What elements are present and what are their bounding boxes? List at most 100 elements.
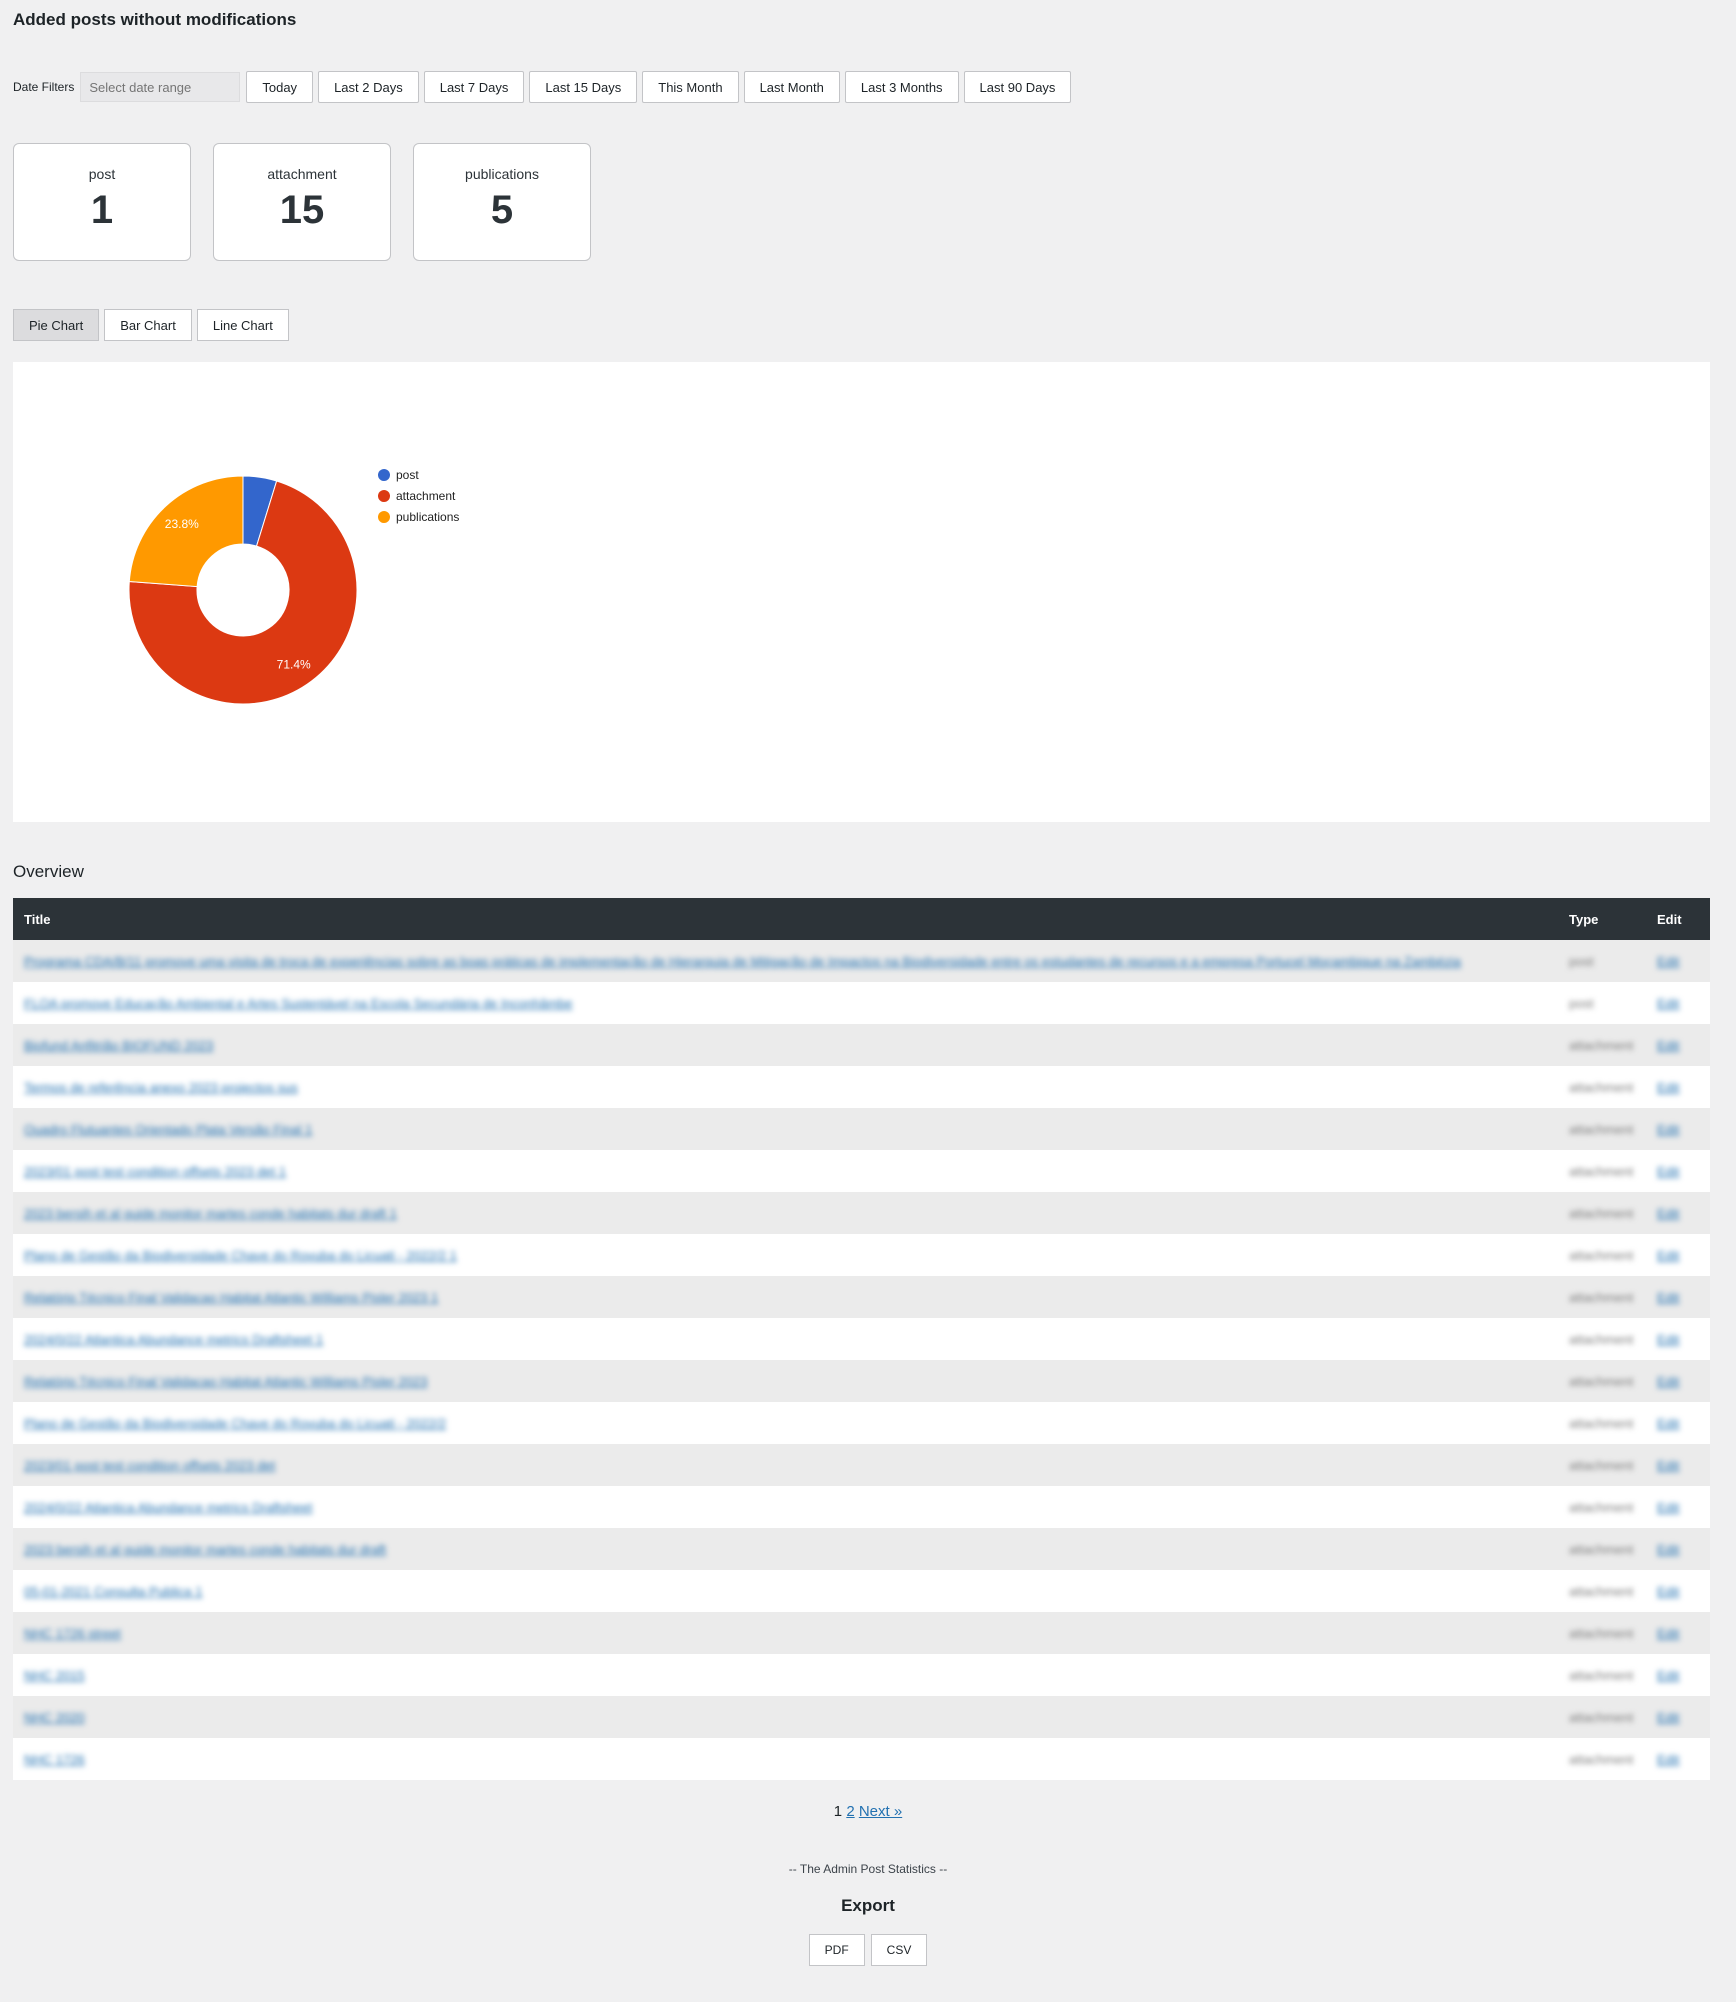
post-title-link[interactable]: Plano de Gestão da Biodiversidade Chave …: [24, 1416, 446, 1431]
post-title-link[interactable]: Quadro Flutuantes Orientado Plata Versão…: [24, 1122, 312, 1137]
table-row: FLOA promove Educação Ambiental e Artes …: [13, 982, 1710, 1024]
card-count: 1: [90, 188, 114, 232]
table-row: 2023 bersih et al guide monitor martes c…: [13, 1192, 1710, 1234]
tab-pie-chart[interactable]: Pie Chart: [13, 309, 100, 341]
post-type: attachment: [1569, 1037, 1634, 1053]
slice-label-attachment: 71.4%: [277, 657, 311, 671]
edit-link[interactable]: Edit: [1657, 954, 1679, 969]
post-title-link[interactable]: 2023 bersih et al guide monitor martes c…: [24, 1206, 397, 1221]
post-title-link[interactable]: NHC 2020: [24, 1710, 85, 1725]
filter-last-3-months-button[interactable]: Last 3 Months: [844, 71, 959, 103]
row-title-cell: 2024/0/22 Atlantica Abundance metrics Dr…: [13, 1486, 1558, 1528]
edit-link[interactable]: Edit: [1657, 1626, 1679, 1641]
tab-bar-chart[interactable]: Bar Chart: [104, 309, 192, 341]
post-type: attachment: [1569, 1625, 1634, 1641]
post-title-link[interactable]: NHC 1726 street: [24, 1626, 121, 1641]
filter-this-month-button[interactable]: This Month: [642, 71, 739, 103]
legend-label-publications[interactable]: publications: [396, 510, 459, 524]
post-type: attachment: [1569, 1415, 1634, 1431]
page-2-link[interactable]: 2: [846, 1803, 854, 1820]
post-title-link[interactable]: FLOA promove Educação Ambiental e Artes …: [24, 996, 573, 1011]
row-edit-cell: Edit: [1646, 1024, 1710, 1066]
page-title: Added posts without modifications: [13, 10, 297, 29]
edit-link[interactable]: Edit: [1657, 1080, 1679, 1095]
edit-link[interactable]: Edit: [1657, 1584, 1679, 1599]
table-row: Quadro Flutuantes Orientado Plata Versão…: [13, 1108, 1710, 1150]
edit-link[interactable]: Edit: [1657, 1374, 1679, 1389]
post-title-link[interactable]: 2023/01 post test condition offsets 2023…: [24, 1164, 286, 1179]
row-type-cell: post: [1558, 982, 1646, 1024]
post-title-link[interactable]: NHC 2015: [24, 1668, 85, 1683]
post-title-link[interactable]: Relatório Técnico Final Validacao Habita…: [24, 1374, 427, 1389]
date-filters: Date Filters Today Last 2 Days Last 7 Da…: [13, 71, 1076, 103]
post-title-link[interactable]: 2023 bersih et al guide monitor martes c…: [24, 1542, 386, 1557]
row-edit-cell: Edit: [1646, 1192, 1710, 1234]
post-title-link[interactable]: Termos de referência anexo 2023 projecto…: [24, 1080, 298, 1095]
table-row: 2023/01 post test condition offsets 2023…: [13, 1444, 1710, 1486]
row-edit-cell: Edit: [1646, 1696, 1710, 1738]
post-title-link[interactable]: Relatório Técnico Final Validacao Habita…: [24, 1290, 438, 1305]
row-type-cell: attachment: [1558, 1318, 1646, 1360]
filter-last-15-days-button[interactable]: Last 15 Days: [529, 71, 638, 103]
edit-link[interactable]: Edit: [1657, 996, 1679, 1011]
row-title-cell: Relatório Técnico Final Validacao Habita…: [13, 1276, 1558, 1318]
date-range-input[interactable]: [80, 72, 241, 102]
table-row: 05-01-2021 Consulta Publica 1 attachment E…: [13, 1570, 1710, 1612]
edit-link[interactable]: Edit: [1657, 1668, 1679, 1683]
export-csv-button[interactable]: CSV: [870, 1934, 928, 1966]
post-title-link[interactable]: NHC 1726: [24, 1752, 85, 1767]
post-title-link[interactable]: 05-01-2021 Consulta Publica 1: [24, 1584, 203, 1599]
edit-link[interactable]: Edit: [1657, 1500, 1679, 1515]
filter-today-button[interactable]: Today: [246, 71, 314, 103]
edit-link[interactable]: Edit: [1657, 1248, 1679, 1263]
row-title-cell: NHC 2020: [13, 1696, 1558, 1738]
edit-link[interactable]: Edit: [1657, 1458, 1679, 1473]
post-title-link[interactable]: Programa CDA/B/11 promove uma visita de …: [24, 954, 1461, 969]
edit-link[interactable]: Edit: [1657, 1038, 1679, 1053]
filter-last-month-button[interactable]: Last Month: [743, 71, 840, 103]
table-row: 2023/01 post test condition offsets 2023…: [13, 1150, 1710, 1192]
slice-label-publications: 23.8%: [165, 517, 199, 531]
summary-cards: post 1 attachment 15 publications 5: [13, 143, 613, 261]
filter-last-2-days-button[interactable]: Last 2 Days: [318, 71, 419, 103]
post-type: attachment: [1569, 1163, 1634, 1179]
table-row: 2024/0/22 Atlantica Abundance metrics Dr…: [13, 1486, 1710, 1528]
post-title-link[interactable]: Plano de Gestão da Biodiversidade Chave …: [24, 1248, 457, 1263]
row-edit-cell: Edit: [1646, 1150, 1710, 1192]
row-type-cell: attachment: [1558, 1570, 1646, 1612]
filter-last-7-days-button[interactable]: Last 7 Days: [423, 71, 525, 103]
filter-last-90-days-button[interactable]: Last 90 Days: [963, 71, 1072, 103]
row-edit-cell: Edit: [1646, 1444, 1710, 1486]
post-type: attachment: [1569, 1541, 1634, 1557]
tab-line-chart[interactable]: Line Chart: [196, 309, 289, 341]
edit-link[interactable]: Edit: [1657, 1332, 1679, 1347]
post-type: attachment: [1569, 1205, 1634, 1221]
post-title-link[interactable]: 2024/0/22 Atlantica Abundance metrics Dr…: [24, 1500, 312, 1515]
chart-type-tabs: Pie Chart Bar Chart Line Chart: [13, 309, 294, 341]
summary-card-attachment: attachment 15: [213, 143, 391, 261]
edit-link[interactable]: Edit: [1657, 1206, 1679, 1221]
post-type: attachment: [1569, 1289, 1634, 1305]
legend-label-attachment[interactable]: attachment: [396, 489, 456, 503]
edit-link[interactable]: Edit: [1657, 1290, 1679, 1305]
row-title-cell: Plano de Gestão da Biodiversidade Chave …: [13, 1402, 1558, 1444]
summary-card-post: post 1: [13, 143, 191, 261]
post-title-link[interactable]: 2023/01 post test condition offsets 2023…: [24, 1458, 275, 1473]
slice-publications[interactable]: [128, 475, 244, 588]
edit-link[interactable]: Edit: [1657, 1752, 1679, 1767]
edit-link[interactable]: Edit: [1657, 1710, 1679, 1725]
edit-link[interactable]: Edit: [1657, 1416, 1679, 1431]
export-pdf-button[interactable]: PDF: [808, 1934, 865, 1966]
next-page-link[interactable]: Next »: [859, 1803, 902, 1820]
edit-link[interactable]: Edit: [1657, 1122, 1679, 1137]
edit-link[interactable]: Edit: [1657, 1542, 1679, 1557]
post-title-link[interactable]: 2024/0/22 Atlantica Abundance metrics Dr…: [24, 1332, 323, 1347]
post-type: attachment: [1569, 1583, 1634, 1599]
row-title-cell: Termos de referência anexo 2023 projecto…: [13, 1066, 1558, 1108]
row-edit-cell: Edit: [1646, 1738, 1710, 1780]
post-title-link[interactable]: Biofund Anfitrião BIOFUND 2023: [24, 1038, 213, 1053]
row-title-cell: 2023 bersih et al guide monitor martes c…: [13, 1192, 1558, 1234]
legend-label-post[interactable]: post: [396, 468, 419, 482]
post-type: attachment: [1569, 1751, 1634, 1767]
edit-link[interactable]: Edit: [1657, 1164, 1679, 1179]
